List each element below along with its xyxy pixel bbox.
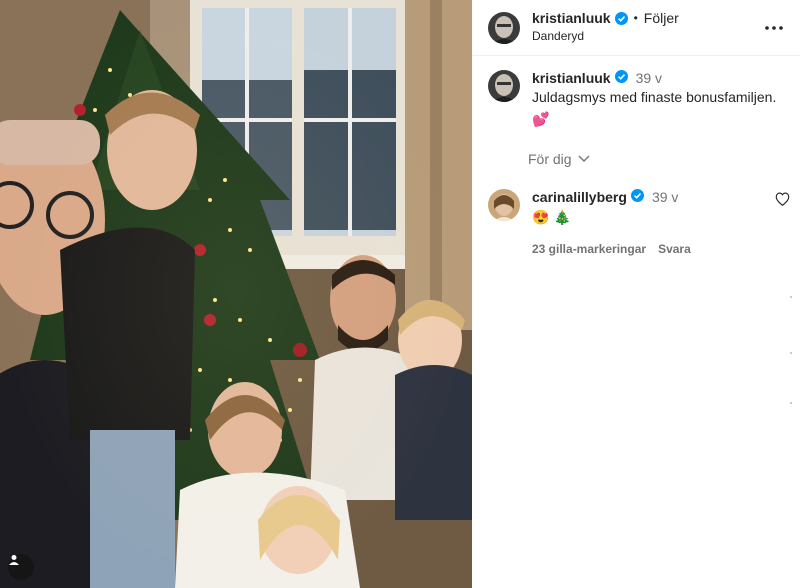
location-link[interactable]: Danderyd	[532, 28, 762, 45]
caption-emoji: 💕	[532, 111, 550, 127]
see-translation-label: För dig	[528, 151, 572, 167]
comment-emoji: 🎄	[553, 209, 571, 225]
user-tag-icon[interactable]	[8, 554, 34, 580]
heart-icon[interactable]	[775, 192, 790, 211]
scroll-indicator	[790, 402, 792, 404]
verified-badge-icon	[630, 189, 644, 202]
post-header: kristianluuk • Följer Danderyd	[472, 0, 800, 56]
scroll-indicator	[790, 296, 792, 298]
caption: kristianluuk 39 v Juldagsmys med finaste…	[472, 56, 800, 129]
separator-dot: •	[633, 11, 638, 25]
caption-username[interactable]: kristianluuk	[532, 70, 611, 86]
avatar[interactable]	[488, 11, 520, 44]
comment-text: 😍 🎄	[532, 209, 784, 226]
photo-illustration	[0, 0, 472, 588]
comment: carinalillyberg 39 v 😍 🎄 23 gilla-marker…	[472, 167, 800, 256]
more-options-icon[interactable]	[762, 16, 786, 40]
scroll-indicator	[790, 352, 792, 354]
verified-badge-icon	[614, 70, 628, 83]
avatar[interactable]	[488, 70, 520, 102]
author-username[interactable]: kristianluuk	[532, 10, 611, 27]
caption-text: Juldagsmys med finaste bonusfamiljen.	[532, 89, 777, 105]
post-sidebar: kristianluuk • Följer Danderyd kristianl…	[472, 0, 800, 588]
comment-username[interactable]: carinalillyberg	[532, 189, 627, 205]
avatar[interactable]	[488, 189, 520, 221]
verified-badge-icon	[614, 12, 628, 25]
reply-button[interactable]: Svara	[658, 242, 691, 256]
caption-timestamp[interactable]: 39 v	[636, 70, 662, 86]
comment-timestamp[interactable]: 39 v	[652, 189, 678, 205]
comment-emoji: 😍	[532, 209, 550, 225]
chevron-down-icon	[578, 155, 590, 162]
comment-likes-count[interactable]: 23 gilla-markeringar	[532, 242, 646, 256]
post-photo[interactable]	[0, 0, 472, 588]
following-button[interactable]: Följer	[644, 10, 679, 27]
see-translation-toggle[interactable]: För dig	[528, 151, 800, 167]
